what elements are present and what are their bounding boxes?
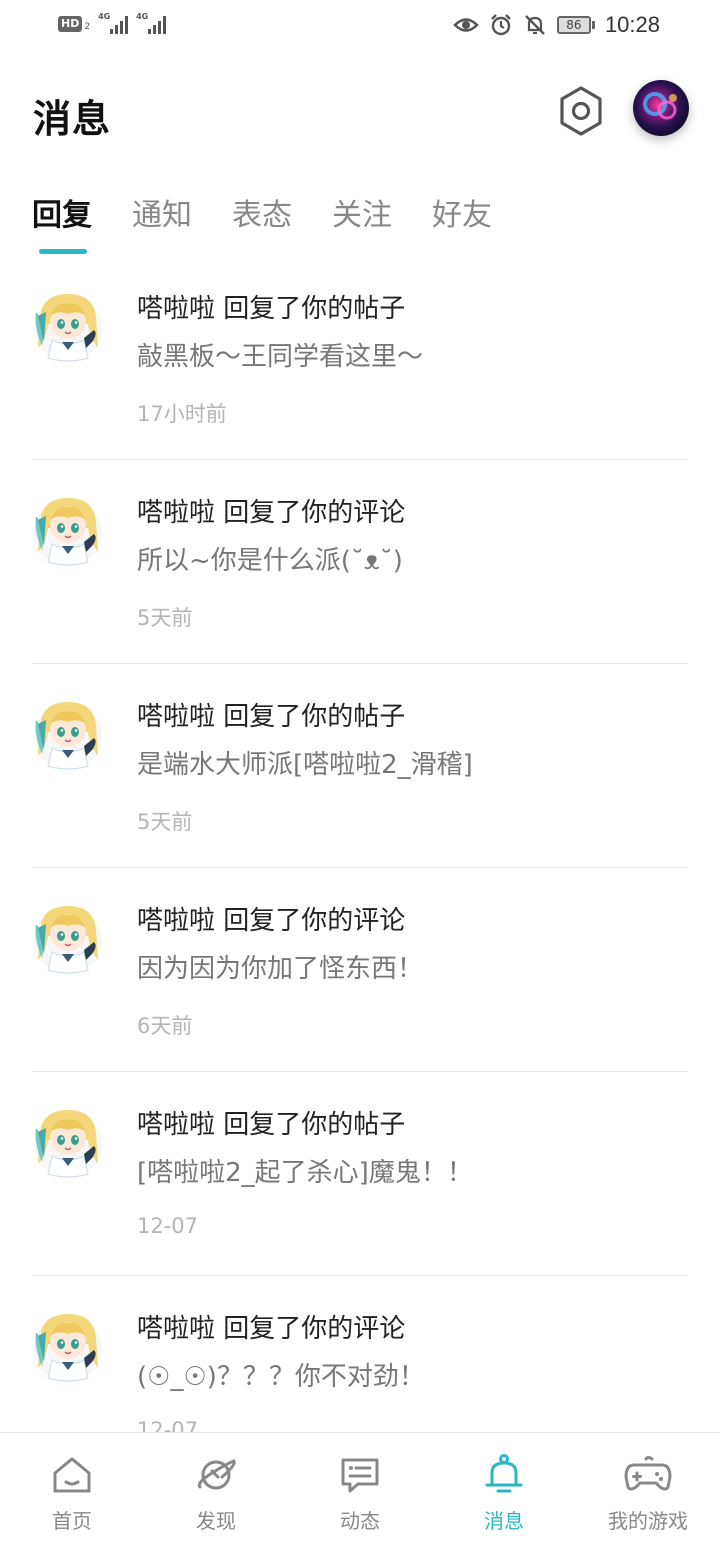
nav-home[interactable]: 首页 — [0, 1433, 144, 1541]
list-item[interactable]: 嗒啦啦 回复了你的帖子 是端水大师派[嗒啦啦2_滑稽] 5天前 — [0, 664, 720, 868]
message-tabs: 回复 通知 表态 关注 好友 — [32, 190, 532, 234]
sender-avatar[interactable] — [32, 1104, 104, 1180]
nav-messages[interactable]: 消息 — [432, 1433, 576, 1541]
message-title: 嗒啦啦 回复了你的评论 — [137, 906, 406, 936]
battery-icon: 86 — [556, 16, 595, 34]
message-content: 所以~你是什么派(˘ᴥ˘) — [137, 546, 403, 576]
message-time: 6天前 — [137, 1014, 193, 1038]
alarm-icon — [491, 14, 511, 36]
status-bar: HD 2 4G 4G 86 10:28 — [0, 0, 720, 54]
message-content: 因为因为你加了怪东西！ — [137, 954, 424, 984]
signal-label: 4G — [136, 12, 149, 21]
message-time: 5天前 — [137, 810, 193, 834]
nav-my-games-label: 我的游戏 — [608, 1509, 688, 1533]
signal-icon: 4G — [136, 12, 167, 34]
sender-avatar[interactable] — [32, 900, 104, 976]
sender-avatar[interactable] — [32, 492, 104, 568]
chat-icon — [341, 1458, 379, 1493]
message-time: 12-07 — [137, 1214, 199, 1238]
bottom-nav: 首页 发现 动态 消息 我的游戏 — [0, 1432, 720, 1541]
message-title: 嗒啦啦 回复了你的帖子 — [137, 702, 406, 732]
bell-icon — [485, 1454, 523, 1493]
battery-level: 86 — [556, 16, 591, 34]
message-time: 17小时前 — [137, 402, 227, 426]
message-list[interactable]: 嗒啦啦 回复了你的帖子 敲黑板～王同学看这里～ 17小时前 嗒啦啦 回复了你的评… — [0, 256, 720, 1432]
sender-avatar[interactable] — [32, 696, 104, 772]
list-item[interactable]: 嗒啦啦 回复了你的帖子 敲黑板～王同学看这里～ 17小时前 — [0, 256, 720, 460]
tab-friends[interactable]: 好友 — [432, 190, 492, 234]
page-title: 消息 — [33, 97, 112, 141]
message-content: 是端水大师派[嗒啦啦2_滑稽] — [137, 750, 473, 780]
nav-feed-label: 动态 — [340, 1509, 380, 1533]
message-content: [嗒啦啦2_起了杀心]魔鬼！！ — [137, 1158, 473, 1188]
active-tab-indicator — [39, 249, 87, 254]
list-item[interactable]: 嗒啦啦 回复了你的评论 (☉_☉)？？？你不对劲！ 12-07 — [0, 1276, 720, 1432]
planet-icon — [197, 1459, 236, 1490]
nav-messages-label: 消息 — [484, 1509, 524, 1533]
message-title: 嗒啦啦 回复了你的评论 — [137, 498, 406, 528]
settings-icon[interactable] — [556, 84, 606, 138]
clock: 10:28 — [604, 12, 660, 37]
gamepad-icon — [624, 1456, 672, 1491]
list-item[interactable]: 嗒啦啦 回复了你的帖子 [嗒啦啦2_起了杀心]魔鬼！！ 12-07 — [0, 1072, 720, 1276]
tab-reply[interactable]: 回复 — [32, 190, 92, 234]
hd-badge: HD — [58, 16, 83, 32]
status-bar-left: HD 2 4G 4G — [58, 12, 167, 34]
nav-feed[interactable]: 动态 — [288, 1433, 432, 1541]
message-content: (☉_☉)？？？你不对劲！ — [137, 1362, 425, 1392]
signal-label: 4G — [98, 12, 111, 21]
message-time: 12-07 — [137, 1418, 199, 1432]
message-content: 敲黑板～王同学看这里～ — [137, 342, 424, 372]
mute-bell-icon — [525, 15, 545, 35]
list-item[interactable]: 嗒啦啦 回复了你的评论 所以~你是什么派(˘ᴥ˘) 5天前 — [0, 460, 720, 664]
message-title: 嗒啦啦 回复了你的评论 — [137, 1314, 406, 1344]
message-title: 嗒啦啦 回复了你的帖子 — [137, 1110, 406, 1140]
nav-discover-label: 发现 — [196, 1509, 236, 1533]
nav-home-label: 首页 — [52, 1509, 92, 1533]
user-avatar[interactable] — [633, 80, 689, 136]
message-time: 5天前 — [137, 606, 193, 630]
home-icon — [53, 1457, 91, 1493]
status-bar-right: 86 10:28 — [453, 12, 660, 38]
sender-avatar[interactable] — [32, 1308, 104, 1384]
tab-reaction[interactable]: 表态 — [232, 190, 292, 234]
user-avatar-image — [633, 80, 689, 136]
nav-my-games[interactable]: 我的游戏 — [576, 1433, 720, 1541]
message-title: 嗒啦啦 回复了你的帖子 — [137, 294, 406, 324]
hd-sim-index: 2 — [84, 22, 91, 32]
nav-discover[interactable]: 发现 — [144, 1433, 288, 1541]
tab-follow[interactable]: 关注 — [332, 190, 392, 234]
list-item[interactable]: 嗒啦啦 回复了你的评论 因为因为你加了怪东西！ 6天前 — [0, 868, 720, 1072]
eye-icon — [453, 18, 479, 32]
tab-notification[interactable]: 通知 — [132, 190, 192, 234]
sender-avatar[interactable] — [32, 288, 104, 364]
signal-icon: 4G — [98, 12, 129, 34]
